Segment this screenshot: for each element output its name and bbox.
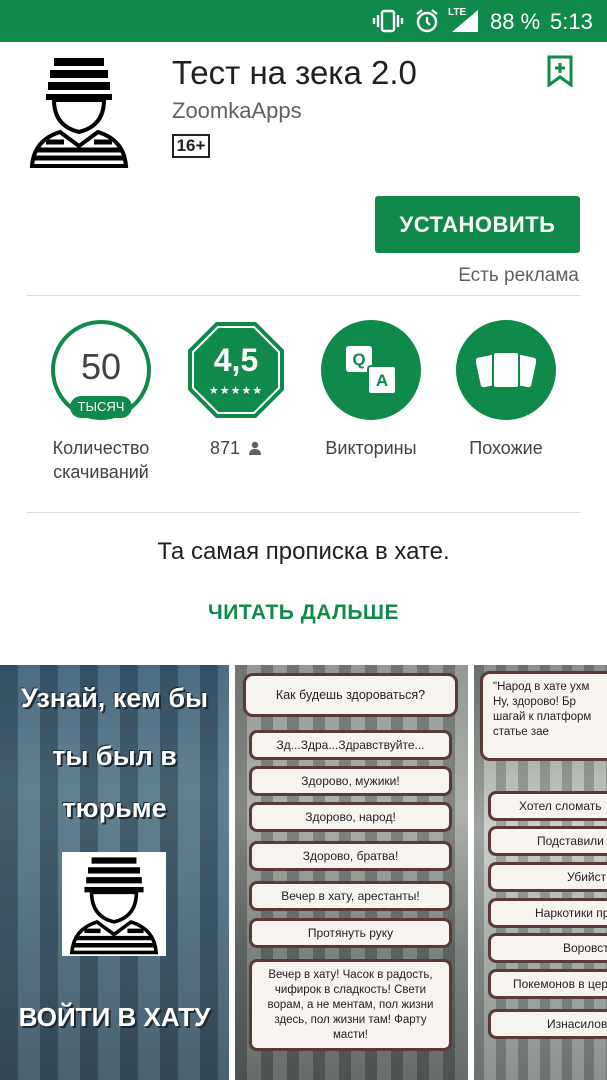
svg-text:A: A <box>376 371 388 390</box>
similar-badge <box>456 320 556 420</box>
category-stat[interactable]: Q A Викторины <box>301 320 441 460</box>
developer-link[interactable]: ZoomkaApps <box>172 98 302 124</box>
answer-option: Убийст <box>488 862 607 892</box>
question-box: "Народ в хате ухм Ну, здорово! Бр шагай … <box>480 671 607 761</box>
battery-percentage: 88 % <box>490 9 541 34</box>
screenshot-1[interactable]: Узнай, кем бы ты был в тюрьме ВОЙТИ В ХА… <box>0 665 229 1080</box>
similar-apps-icon <box>476 351 536 389</box>
question-box: Как будешь здороваться? <box>243 673 458 717</box>
vibrate-icon <box>372 9 404 33</box>
screenshot-3[interactable]: "Народ в хате ухм Ну, здорово! Бр шагай … <box>474 665 607 1080</box>
answer-option: Здорово, народ! <box>249 802 452 832</box>
answer-option: Изнасилов <box>488 1009 607 1039</box>
app-title: Тест на зека 2.0 <box>172 54 417 91</box>
install-button[interactable]: УСТАНОВИТЬ <box>375 196 580 253</box>
downloads-stat: 50 ТЫСЯЧ Количество скачиваний <box>31 320 171 484</box>
svg-text:Q: Q <box>352 350 365 369</box>
age-rating-badge: 16+ <box>172 134 210 158</box>
answer-option: Здорово, мужики! <box>249 766 452 796</box>
answer-option: Здорово, братва! <box>249 841 452 871</box>
answer-option: Наркотики пр <box>488 898 607 928</box>
question-line: Ну, здорово! Бр <box>493 696 576 708</box>
downloads-label-line2: скачиваний <box>53 462 149 482</box>
prisoner-icon <box>69 857 159 955</box>
quiz-qa-icon: Q A <box>346 346 397 395</box>
divider <box>27 512 580 513</box>
answer-option: Подставили <box>488 826 607 856</box>
screenshot-app-logo <box>62 852 166 956</box>
answer-option-long: Вечер в хату! Часок в радость, чифирок в… <box>249 959 452 1051</box>
answer-option: Вечер в хату, арестанты! <box>249 881 452 911</box>
answer-option: Покемонов в цер <box>488 969 607 999</box>
screenshot-2[interactable]: Как будешь здороваться? Зд...Здра...Здра… <box>235 665 468 1080</box>
answer-option: Протянуть руку <box>249 918 452 948</box>
signal-icon <box>452 10 478 32</box>
alarm-icon <box>416 9 438 33</box>
category-badge: Q A <box>321 320 421 420</box>
screenshot-1-line2: ты был в <box>52 741 177 771</box>
downloads-count: 50 <box>80 346 122 387</box>
clock: 5:13 <box>550 9 593 34</box>
rating-value: 4,5 <box>213 342 259 378</box>
app-icon <box>29 58 129 168</box>
rating-count: 871 <box>209 438 241 458</box>
question-line: шагай к платформ <box>493 711 592 723</box>
divider <box>27 295 580 296</box>
downloads-label-line1: Количество <box>52 438 150 458</box>
downloads-badge: 50 ТЫСЯЧ <box>51 320 151 420</box>
contains-ads-note: Есть реклама <box>458 265 579 286</box>
screenshot-1-line1: Узнай, кем бы <box>20 683 209 713</box>
category-label: Викторины <box>325 438 417 458</box>
question-line: статье зае <box>493 726 549 738</box>
downloads-unit: ТЫСЯЧ <box>70 396 132 418</box>
screenshot-1-line3: тюрьме <box>62 793 167 823</box>
answer-option: Зд...Здра...Здравствуйте... <box>249 730 452 760</box>
person-icon <box>249 441 262 455</box>
rating-stat[interactable]: 4,5 ★★★★★ 871 <box>166 320 306 460</box>
answer-option: Хотел сломать <box>488 791 607 821</box>
status-bar: LTE 88 % 5:13 <box>0 0 607 42</box>
app-short-description: Та самая прописка в хате. <box>157 538 450 565</box>
enter-cell-label: ВОЙТИ В ХАТУ <box>18 1002 211 1032</box>
rating-stars-icon: ★★★★★ <box>208 385 264 397</box>
similar-label: Похожие <box>469 438 543 458</box>
wishlist-bookmark-icon[interactable] <box>546 55 574 87</box>
read-more-button[interactable]: ЧИТАТЬ ДАЛЬШЕ <box>0 601 607 625</box>
question-line: "Народ в хате ухм <box>493 681 590 693</box>
answer-option: Воровст <box>488 933 607 963</box>
similar-stat[interactable]: Похожие <box>436 320 576 460</box>
